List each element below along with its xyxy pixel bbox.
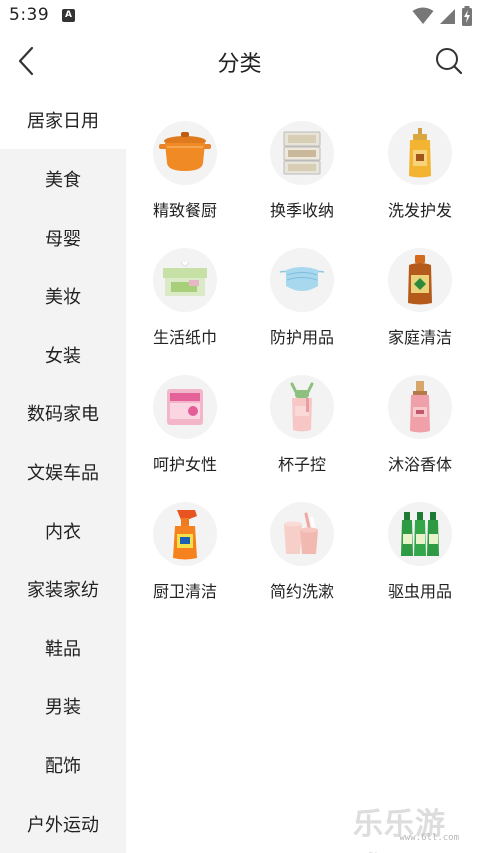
shampoo-bottle-icon [388, 121, 452, 185]
sidebar-item-home-textiles[interactable]: 家装家纺 [0, 559, 126, 618]
category-item-home-cleaning[interactable]: 家庭清洁 [361, 248, 479, 368]
sidebar-item-shoes[interactable]: 鞋品 [0, 618, 126, 677]
category-item-toiletries[interactable]: 简约洗漱 [243, 502, 361, 622]
sidebar-item-digital-appliances[interactable]: 数码家电 [0, 383, 126, 442]
top-nav: 分类 [0, 32, 479, 90]
category-label: 杯子控 [277, 455, 326, 474]
category-item-feminine-care[interactable]: 呵护女性 [126, 375, 244, 495]
category-label: 呵护女性 [152, 455, 217, 474]
category-item-storage[interactable]: 换季收纳 [243, 121, 361, 241]
page-title: 分类 [217, 52, 262, 77]
sidebar-item-food[interactable]: 美食 [0, 149, 126, 208]
category-item-tissue[interactable]: 生活纸巾 [126, 248, 244, 368]
storage-drawer-icon [270, 121, 334, 185]
wifi-icon [412, 7, 434, 24]
body-mist-icon [388, 375, 452, 439]
category-label: 生活纸巾 [152, 328, 217, 347]
category-label: 防护用品 [269, 328, 334, 347]
sanitary-pad-icon [153, 375, 217, 439]
watermark-text: 乐乐游戏 [353, 807, 446, 853]
category-label: 沐浴香体 [387, 455, 452, 474]
category-label: 厨卫清洁 [152, 582, 217, 601]
sidebar-item-outdoor-sports[interactable]: 户外运动 [0, 794, 126, 853]
search-button[interactable] [431, 42, 467, 80]
sidebar-item-home-daily[interactable]: 居家日用 [0, 90, 126, 149]
insect-repellent-icon [388, 502, 452, 566]
category-item-insect-repellent[interactable]: 驱虫用品 [361, 502, 479, 622]
category-item-kitchen-bath-cleaning[interactable]: 厨卫清洁 [126, 502, 244, 622]
sidebar-item-womens-clothing[interactable]: 女装 [0, 325, 126, 384]
category-label: 简约洗漱 [269, 582, 334, 601]
category-item-cookware[interactable]: 精致餐厨 [126, 121, 244, 241]
category-grid: 精致餐厨 换季收纳 洗发护发 生活纸巾 防护用品 家庭清洁 呵护女性 杯子控 沐… [126, 90, 479, 853]
sidebar-item-menswear[interactable]: 男装 [0, 676, 126, 735]
spray-cleaner-icon [153, 502, 217, 566]
status-time: 5:39 [9, 5, 50, 25]
sidebar-item-baby[interactable]: 母婴 [0, 208, 126, 267]
font-a-icon: A [62, 9, 75, 22]
search-icon [436, 48, 463, 75]
water-cup-icon [270, 375, 334, 439]
category-sidebar: 居家日用 美食 母婴 美妆 女装 数码家电 文娱车品 内衣 家装家纺 鞋品 男装… [0, 90, 126, 853]
category-label: 家庭清洁 [387, 328, 452, 347]
category-label: 驱虫用品 [387, 582, 452, 601]
category-item-protection[interactable]: 防护用品 [243, 248, 361, 368]
watermark-url: www.6ll.com [399, 833, 459, 843]
status-bar: 5:39 A [0, 0, 479, 32]
category-label: 精致餐厨 [152, 201, 217, 220]
category-item-cups[interactable]: 杯子控 [243, 375, 361, 495]
category-item-bath-fragrance[interactable]: 沐浴香体 [361, 375, 479, 495]
tissue-box-icon [153, 248, 217, 312]
sidebar-item-accessories[interactable]: 配饰 [0, 735, 126, 794]
battery-charging-icon [462, 6, 472, 26]
signal-icon [440, 9, 455, 24]
sidebar-item-entertainment-car[interactable]: 文娱车品 [0, 442, 126, 501]
category-label: 换季收纳 [269, 201, 334, 220]
category-label: 洗发护发 [387, 201, 452, 220]
watermark-logo: 乐乐游戏 www.6ll.com [353, 799, 471, 853]
toothbrush-cup-icon [270, 502, 334, 566]
face-mask-icon [270, 248, 334, 312]
system-icons [412, 5, 473, 27]
sidebar-item-underwear[interactable]: 内衣 [0, 501, 126, 560]
disinfectant-bottle-icon [388, 248, 452, 312]
cookware-pot-icon [153, 121, 217, 185]
sidebar-item-makeup[interactable]: 美妆 [0, 266, 126, 325]
category-item-haircare[interactable]: 洗发护发 [361, 121, 479, 241]
